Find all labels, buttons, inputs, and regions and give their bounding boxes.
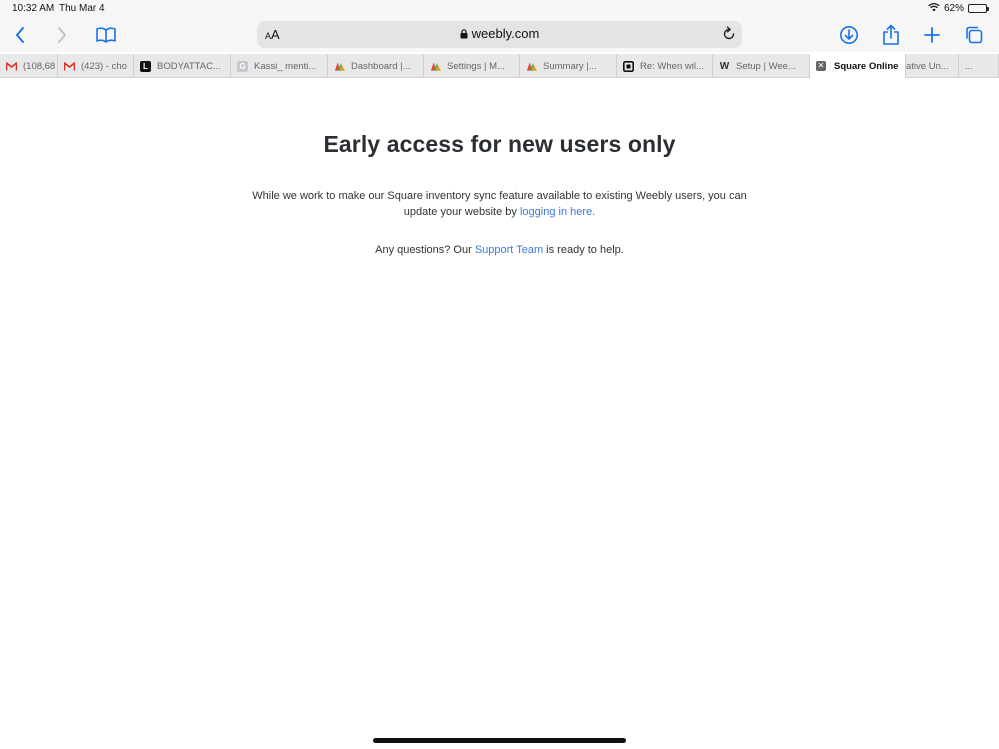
close-tab-icon[interactable]: ✕ (816, 61, 826, 71)
page-content: Early access for new users only While we… (0, 79, 999, 739)
g-letter-icon: G (237, 60, 248, 72)
status-right: 62% (928, 2, 989, 15)
tab-gmail-2[interactable]: (423) - cho (58, 54, 134, 78)
tab-overflow[interactable]: ... (959, 54, 999, 78)
url-display[interactable]: weebly.com (257, 26, 742, 42)
wifi-icon (928, 2, 940, 15)
share-icon[interactable] (879, 23, 903, 47)
tab-strip: (108,68 (423) - cho L BODYATTAC... G Kas… (0, 54, 999, 78)
status-time: 10:32 AM (12, 3, 55, 14)
tab-kassi[interactable]: G Kassi_ menti... (231, 54, 328, 78)
tab-settings[interactable]: Settings | M... (424, 54, 520, 78)
tab-dashboard[interactable]: Dashboard |... (328, 54, 424, 78)
gmail-icon (6, 61, 17, 72)
tab-creative-un[interactable]: ative Un... (906, 54, 959, 78)
back-icon[interactable] (8, 23, 32, 47)
l-logo-icon: L (140, 60, 151, 72)
tab-square-online-active[interactable]: ✕ Square Online (810, 54, 906, 78)
tab-re-when-will[interactable]: Re: When wil... (617, 54, 713, 78)
info-paragraph: While we work to make our Square invento… (252, 190, 747, 218)
square-online-icon (430, 61, 441, 72)
page-title: Early access for new users only (323, 131, 676, 157)
tab-bodyattack[interactable]: L BODYATTAC... (134, 54, 231, 78)
bookmarks-icon[interactable] (94, 23, 118, 47)
address-bar[interactable]: AA weebly.com (257, 21, 742, 48)
tab-gmail-1[interactable]: (108,68 (0, 54, 58, 78)
square-logo-icon (623, 60, 634, 72)
battery-percent: 62% (943, 3, 964, 14)
login-link[interactable]: logging in here. (520, 206, 595, 218)
tab-setup-weebly[interactable]: W Setup | Wee... (713, 54, 810, 78)
forward-icon[interactable] (50, 23, 74, 47)
reload-icon[interactable] (722, 25, 736, 46)
new-tab-icon[interactable] (920, 23, 944, 47)
lock-icon (460, 27, 468, 42)
downloads-icon[interactable] (837, 23, 861, 47)
status-bar: 10:32 AM Thu Mar 4 62% (0, 0, 999, 18)
battery-icon (968, 4, 989, 13)
url-text: weebly.com (471, 26, 540, 41)
home-indicator[interactable] (373, 738, 626, 743)
weebly-icon: W (719, 60, 730, 72)
status-date: Thu Mar 4 (59, 3, 105, 14)
tab-summary[interactable]: Summary |... (520, 54, 617, 78)
support-paragraph: Any questions? Our Support Team is ready… (375, 244, 624, 256)
browser-toolbar: AA weebly.com (0, 18, 999, 52)
square-online-icon (334, 61, 345, 72)
gmail-icon (64, 61, 75, 72)
square-online-icon (526, 61, 537, 72)
support-team-link[interactable]: Support Team (475, 244, 543, 256)
tabs-overview-icon[interactable] (962, 23, 986, 47)
